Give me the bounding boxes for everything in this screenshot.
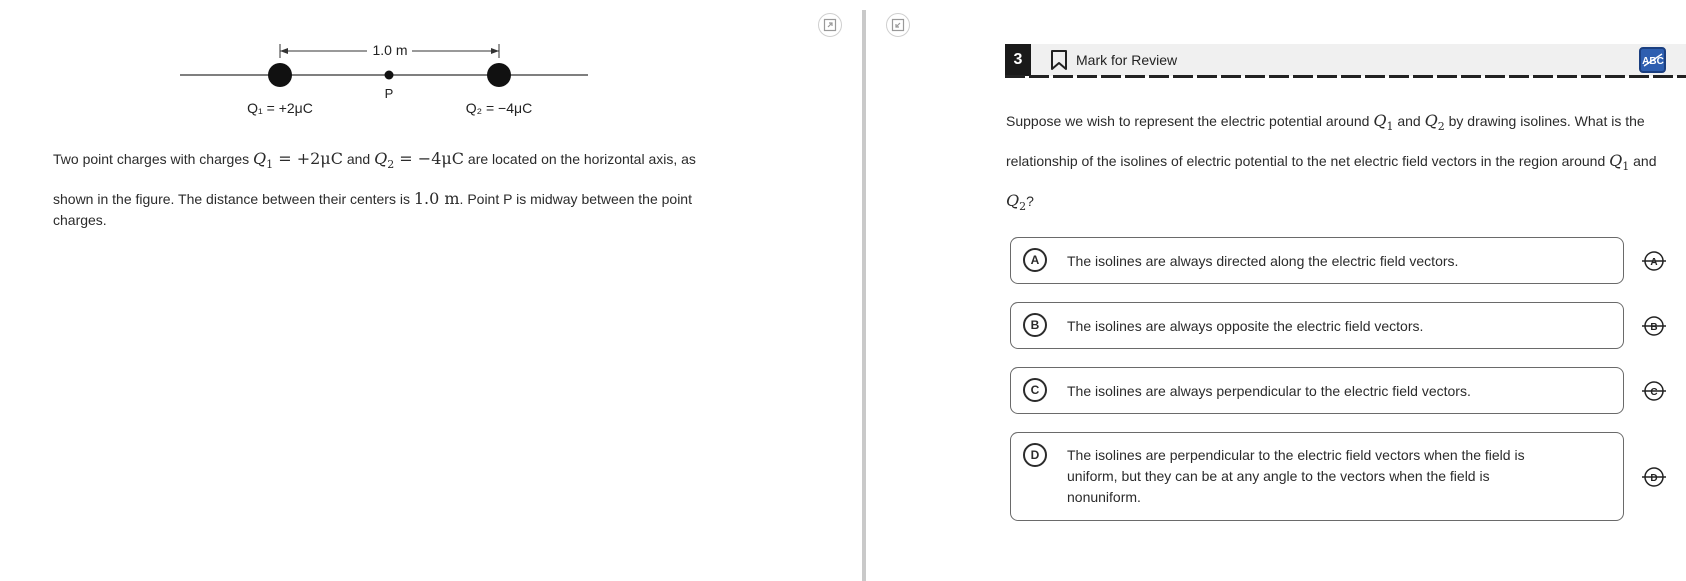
stimulus-text-part: . Point P is midway between the point [459,191,692,208]
option-letter-d: D [1023,443,1047,467]
eliminate-option-b-button[interactable]: B [1641,313,1667,339]
answer-option-a[interactable]: A The isolines are always directed along… [1010,237,1624,284]
option-text-a: The isolines are always directed along t… [1067,253,1459,269]
abc-crossout-icon: ABC [1642,53,1663,67]
q1-symbol: Q1 [1373,111,1393,133]
q1-value: = +2μC [273,149,343,168]
option-text-b: The isolines are always opposite the ele… [1067,318,1424,334]
header-dashed-border [1005,75,1686,78]
question-number: 3 [1005,44,1031,76]
q2-symbol: Q2 [374,149,394,171]
mark-for-review-label: Mark for Review [1076,52,1178,68]
q1-symbol: Q1 [253,149,273,171]
q2-symbol: Q2 [1006,191,1026,213]
question-header: 3 Mark for Review ABC [1005,44,1686,76]
option-text-c: The isolines are always perpendicular to… [1067,383,1471,399]
svg-text:D: D [1650,473,1657,484]
question-text-part: Suppose we wish to represent the electri… [1006,113,1374,129]
q2-letter: Q [1006,191,1020,211]
eliminate-option-d-button[interactable]: D [1641,464,1667,490]
answer-option-b[interactable]: B The isolines are always opposite the e… [1010,302,1624,349]
pane-divider[interactable] [862,10,866,581]
q2-value: = −4μC [394,149,465,168]
answer-option-c[interactable]: C The isolines are always perpendicular … [1010,367,1624,414]
dimension-arrow-left [280,48,288,54]
svg-text:C: C [1650,387,1657,398]
answer-option-d[interactable]: D The isolines are perpendicular to the … [1010,432,1624,521]
charge-figure: 1.0 m P Q₁ = +2μC Q₂ = −4μC [180,42,588,116]
q1-symbol: Q1 [1609,151,1629,173]
strikethrough-b-icon: B [1642,316,1666,336]
distance-value: 1.0 m [413,189,460,209]
eliminate-option-c-button[interactable]: C [1641,378,1667,404]
collapse-icon [891,18,905,32]
stimulus-text-part: charges. [53,212,107,229]
charge-q1-label: Q₁ = +2μC [247,100,313,116]
dimension-arrow-right [491,48,499,54]
strikethrough-d-icon: D [1642,467,1666,487]
question-pane: 3 Mark for Review ABC Suppose we wish to… [868,0,1686,581]
option-text-d: The isolines are perpendicular to the el… [1067,445,1525,508]
question-text-part: ? [1026,193,1034,210]
option-letter-c: C [1023,378,1047,402]
q2-subscript: 2 [1437,120,1445,134]
q2-symbol: Q2 [1424,111,1445,134]
question-text-part: and [1629,153,1657,170]
strikethrough-a-icon: A [1642,251,1666,271]
charge-q2 [487,63,511,87]
question-text-part: and [1393,113,1425,129]
charge-q1 [268,63,292,87]
point-p [384,70,394,80]
strikethrough-c-icon: C [1642,381,1666,401]
abc-crossout-button[interactable]: ABC [1639,47,1666,73]
stimulus-pane: 1.0 m P Q₁ = +2μC Q₂ = −4μC Two point ch… [0,0,860,581]
stimulus-text: Two point charges with charges Q1 = +2μC… [53,142,708,230]
point-p-label: P [385,86,394,101]
option-text-d-line: nonuniform. [1067,489,1141,505]
expand-icon [823,18,837,32]
q1-letter: Q [253,149,267,168]
svg-text:B: B [1650,322,1657,333]
distance-label: 1.0 m [372,42,407,58]
q2-letter: Q [374,149,388,168]
expand-pane-button[interactable] [818,13,842,37]
charge-q2-label: Q₂ = −4μC [466,100,532,116]
stimulus-text-part: and [342,151,375,167]
option-text-d-line: uniform, but they can be at any angle to… [1067,468,1490,484]
svg-text:A: A [1650,257,1657,268]
option-letter-a: A [1023,248,1047,272]
q2-letter: Q [1424,111,1438,130]
option-text-d-line: The isolines are perpendicular to the el… [1067,447,1525,463]
q1-letter: Q [1609,151,1623,171]
q1-letter: Q [1373,111,1387,130]
bookmark-icon [1051,50,1067,70]
eliminate-option-a-button[interactable]: A [1641,248,1667,274]
option-letter-b: B [1023,313,1047,337]
collapse-pane-button[interactable] [886,13,910,37]
stimulus-text-part: Two point charges with charges [53,151,253,167]
mark-for-review-button[interactable]: Mark for Review [1050,44,1177,76]
question-text: Suppose we wish to represent the electri… [1006,104,1676,225]
